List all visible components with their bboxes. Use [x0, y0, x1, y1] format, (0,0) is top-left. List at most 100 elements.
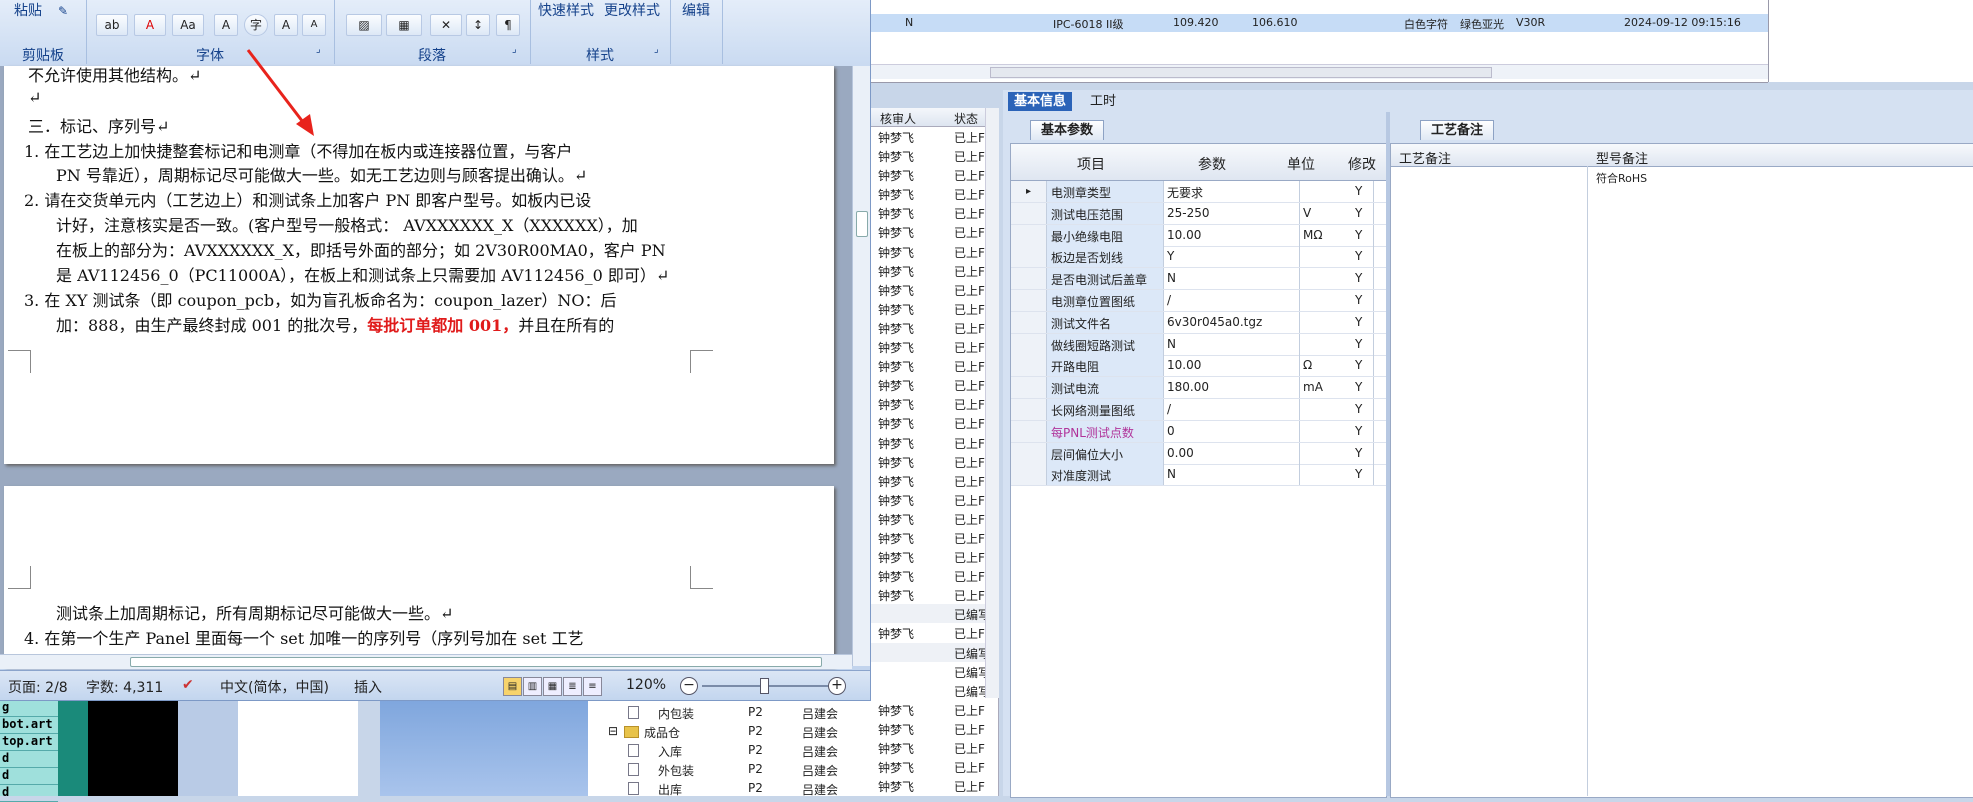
web-layout-icon[interactable]: ▦	[543, 677, 562, 696]
list-item[interactable]: 钟梦飞 已上F	[870, 318, 998, 337]
zoom-out-icon[interactable]: −	[680, 677, 698, 695]
doc-hscroll[interactable]	[0, 654, 852, 669]
layer-item[interactable]: top.art	[0, 734, 58, 751]
list-item[interactable]: 钟梦飞 已上F	[870, 528, 998, 547]
table-hscroll[interactable]	[870, 64, 1768, 79]
change-styles-button[interactable]: 更改样式	[604, 0, 660, 20]
list-item[interactable]: 钟梦飞 已上F	[870, 585, 998, 604]
char-border-button[interactable]: A	[214, 14, 238, 36]
list-item[interactable]: 钟梦飞 已上F	[870, 471, 998, 490]
row-header[interactable]	[1011, 268, 1047, 290]
list-item[interactable]: 钟梦飞 已上F	[870, 490, 998, 509]
print-layout-icon[interactable]: ▤	[503, 677, 522, 696]
tab-basic-info[interactable]: 基本信息	[1008, 92, 1073, 111]
row-header[interactable]	[1011, 224, 1047, 246]
outline-icon[interactable]: ≣	[563, 677, 582, 696]
list-item[interactable]: 钟梦飞 已上F	[870, 700, 998, 719]
page-1[interactable]: 不允许使用其他结构。↵ ↵ 三．标记、序列号↵ 1. 在工艺边上加快捷整套标记和…	[4, 66, 834, 464]
list-item[interactable]: 已编写	[870, 681, 998, 700]
list-item[interactable]: 钟梦飞 已上F	[870, 261, 998, 280]
subtab-process-remarks[interactable]: 工艺备注	[1420, 120, 1495, 140]
list-item[interactable]: 钟梦飞 已上F	[870, 413, 998, 432]
row-header[interactable]	[1011, 333, 1047, 355]
list-item[interactable]: 钟梦飞 已上F	[870, 509, 998, 528]
list-item[interactable]: 钟梦飞 已上F	[870, 375, 998, 394]
param-row[interactable]: 板边是否划线 Y Y	[1011, 246, 1386, 269]
row-header[interactable]	[1011, 246, 1047, 268]
scroll-thumb[interactable]	[990, 67, 1492, 78]
row-header[interactable]	[1011, 202, 1047, 224]
list-item[interactable]: 钟梦飞 已上F	[870, 203, 998, 222]
list-item[interactable]: 钟梦飞 已上F	[870, 776, 998, 795]
zoom-slider-knob[interactable]	[760, 678, 769, 694]
param-row[interactable]: 对准度测试 N Y	[1011, 464, 1386, 487]
dialog-launcher-icon[interactable]: ⌟	[512, 44, 517, 55]
tab-labor-hours[interactable]: 工时	[1084, 92, 1122, 111]
row-header[interactable]	[1011, 355, 1047, 377]
param-row[interactable]: 测试文件名 6v30r045a0.tgz Y	[1011, 311, 1386, 334]
shading-button[interactable]: ▨	[346, 14, 382, 36]
param-row[interactable]: 是否电测试后盖章 N Y	[1011, 268, 1386, 291]
list-item[interactable]: 钟梦飞 已上F	[870, 452, 998, 471]
list-item[interactable]: 钟梦飞 已上F	[870, 623, 998, 642]
highlight-button[interactable]: ab	[96, 14, 128, 36]
layer-item[interactable]: bot.art	[0, 717, 58, 734]
doc-vscroll[interactable]	[852, 66, 870, 666]
word-count[interactable]: 字数: 4,311	[86, 677, 163, 697]
row-header[interactable]	[1011, 399, 1047, 420]
param-row[interactable]: 最小绝缘电阻 10.00 MΩ Y	[1011, 224, 1386, 247]
font-color-button[interactable]: A	[134, 14, 166, 36]
param-row[interactable]: 测试电流 180.00 mA Y	[1011, 377, 1386, 400]
draft-icon[interactable]: ≡	[583, 677, 602, 696]
layer-item[interactable]: d	[0, 768, 58, 785]
scroll-thumb[interactable]	[856, 211, 868, 237]
list-item[interactable]: 已编写	[870, 604, 998, 624]
grow-font-button[interactable]: A	[274, 14, 298, 36]
zoom-level[interactable]: 120%	[626, 677, 666, 693]
row-header[interactable]	[1011, 377, 1047, 399]
page-2[interactable]: 测试条上加周期标记，所有周期标记尽可能做大一些。↵ 4. 在第一个生产 Pane…	[4, 486, 834, 666]
param-row[interactable]: 每PNL测试点数 0 Y	[1011, 420, 1386, 443]
zoom-in-icon[interactable]: +	[828, 677, 846, 695]
list-item[interactable]: 钟梦飞 已上F	[870, 719, 998, 738]
list-item[interactable]: 钟梦飞 已上F	[870, 738, 998, 757]
expand-icon[interactable]: ⊟	[608, 724, 618, 738]
row-header[interactable]	[1011, 311, 1047, 333]
edit-button[interactable]: 编辑	[682, 0, 710, 20]
shrink-font-button[interactable]: A	[302, 14, 326, 36]
list-item[interactable]: 钟梦飞 已上F	[870, 165, 998, 184]
insert-mode[interactable]: 插入	[354, 677, 382, 697]
model-remark-value[interactable]: 符合RoHS	[1596, 170, 1647, 186]
param-row[interactable]: 层间偏位大小 0.00 Y	[1011, 442, 1386, 465]
list-item[interactable]: 已编写	[870, 642, 998, 662]
list-item[interactable]: 钟梦飞 已上F	[870, 547, 998, 566]
param-row[interactable]: 开路电阻 10.00 Ω Y	[1011, 355, 1386, 378]
layer-item[interactable]: d	[0, 751, 58, 768]
list-item[interactable]: 钟梦飞 已上F	[870, 757, 998, 776]
layer-item[interactable]: g	[0, 700, 58, 717]
list-item[interactable]: 钟梦飞 已上F	[870, 184, 998, 203]
enclose-char-button[interactable]: 字	[244, 14, 268, 36]
param-row[interactable]: 做线圈短路测试 N Y	[1011, 333, 1386, 356]
list-item[interactable]: 已编写	[870, 662, 998, 681]
list-item[interactable]: 钟梦飞 已上F	[870, 337, 998, 356]
layer-item[interactable]: d	[0, 785, 58, 802]
show-marks-button[interactable]: ¶	[496, 14, 520, 36]
proofing-icon[interactable]: ✔	[182, 677, 194, 693]
change-case-button[interactable]: Aa	[172, 14, 204, 36]
param-row[interactable]: 长网络测量图纸 / Y	[1011, 399, 1386, 421]
dialog-launcher-icon[interactable]: ⌟	[654, 44, 659, 55]
list-item[interactable]: 钟梦飞 已上F	[870, 127, 998, 146]
row-header[interactable]	[1011, 290, 1047, 311]
table-row[interactable]: N IPC-6018 II级 109.420 106.610 白色字符 绿色亚光…	[870, 14, 1768, 32]
sort-button[interactable]: ↕	[466, 14, 490, 36]
list-item[interactable]: 钟梦飞 已上F	[870, 566, 998, 585]
list-item[interactable]: 钟梦飞 已上F	[870, 299, 998, 318]
row-header[interactable]	[1011, 420, 1047, 442]
format-painter-icon[interactable]: ✎	[58, 4, 68, 18]
reading-layout-icon[interactable]: ▥	[523, 677, 542, 696]
param-row[interactable]: 电测章位置图纸 / Y	[1011, 290, 1386, 312]
borders-button[interactable]: ▦	[386, 14, 422, 36]
list-item[interactable]: 钟梦飞 已上F	[870, 356, 998, 375]
quick-styles-button[interactable]: 快速样式	[538, 0, 594, 20]
